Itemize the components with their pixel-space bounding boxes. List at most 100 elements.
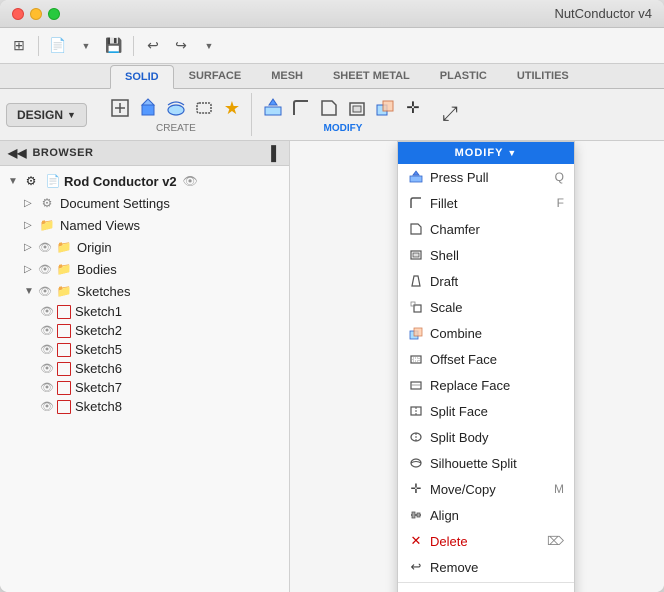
menu-remove[interactable]: ↩ Remove — [398, 554, 574, 580]
folder-icon-sketches: 📁 — [55, 282, 73, 300]
tab-utilities[interactable]: UTILITIES — [502, 64, 584, 88]
delete-menu-icon: ✕ — [408, 533, 424, 549]
expand-arrow-doc: ▷ — [24, 198, 38, 209]
sketch6-icon — [57, 362, 71, 376]
menu-move-copy[interactable]: ✛ Move/Copy M — [398, 476, 574, 502]
draft-menu-icon — [408, 273, 424, 289]
modify-tools: ✛ MODIFY — [260, 95, 426, 134]
redo-icon[interactable]: ↪ — [170, 35, 192, 57]
modify-section: ✛ MODIFY ⤢ — [254, 93, 469, 136]
new-component-icon[interactable] — [107, 95, 133, 121]
chamfer-menu-icon — [408, 221, 424, 237]
replace-face-label: Replace Face — [430, 378, 510, 393]
menu-scale[interactable]: Scale — [398, 294, 574, 320]
expand-arrow-views: ▷ — [24, 220, 38, 231]
modify-label: MODIFY — [323, 123, 362, 134]
fillet-icon[interactable] — [288, 95, 314, 121]
menu-split-body[interactable]: Split Body — [398, 424, 574, 450]
fillet-label: Fillet — [430, 196, 457, 211]
move-copy-shortcut: M — [554, 482, 564, 496]
tab-sheet-metal[interactable]: SHEET METAL — [318, 64, 425, 88]
remove-menu-icon: ↩ — [408, 559, 424, 575]
delete-shortcut: ⌦ — [547, 534, 564, 548]
draft-label: Draft — [430, 274, 458, 289]
menu-align[interactable]: Align — [398, 502, 574, 528]
origin-item[interactable]: ▷ 👁 📁 Origin — [0, 236, 289, 258]
extrude-icon[interactable] — [135, 95, 161, 121]
sketch5-label: Sketch5 — [75, 342, 122, 357]
menu-split-face[interactable]: Split Face — [398, 398, 574, 424]
minimize-button[interactable] — [30, 8, 42, 20]
scale-label: Scale — [430, 300, 463, 315]
combine-icon[interactable] — [372, 95, 398, 121]
design-button[interactable]: DESIGN ▼ — [6, 103, 87, 127]
dropdown-icon[interactable]: ▼ — [75, 35, 97, 57]
named-views-item[interactable]: ▷ 📁 Named Views — [0, 214, 289, 236]
menu-delete[interactable]: ✕ Delete ⌦ — [398, 528, 574, 554]
shell-icon[interactable] — [344, 95, 370, 121]
save-icon[interactable]: 💾 — [103, 35, 125, 57]
grid-icon[interactable]: ⊞ — [8, 35, 30, 57]
close-button[interactable] — [12, 8, 24, 20]
right-panel: MODIFY ▼ Press Pull Q Fillet F — [290, 141, 664, 592]
split-body-menu-icon — [408, 429, 424, 445]
press-pull-menu-icon — [408, 169, 424, 185]
maximize-button[interactable] — [48, 8, 60, 20]
new-file-icon[interactable]: 📄 — [47, 35, 69, 57]
tab-solid[interactable]: SOLID — [110, 65, 174, 89]
press-pull-icon[interactable] — [260, 95, 286, 121]
document-settings-item[interactable]: ▷ ⚙ Document Settings — [0, 192, 289, 214]
menu-silhouette-split[interactable]: Silhouette Split — [398, 450, 574, 476]
sketch7-item[interactable]: 👁 Sketch7 — [0, 378, 289, 397]
menu-combine[interactable]: Combine — [398, 320, 574, 346]
modify-dropdown: MODIFY ▼ Press Pull Q Fillet F — [397, 141, 575, 592]
menu-physical-material[interactable]: Physical Material — [398, 585, 574, 592]
browser-toggle-icon[interactable]: ▌ — [271, 145, 281, 161]
root-item[interactable]: ▼ ⚙ 📄 Rod Conductor v2 👁 — [0, 170, 289, 192]
menu-press-pull[interactable]: Press Pull Q — [398, 164, 574, 190]
separator2 — [133, 36, 134, 56]
tab-plastic[interactable]: PLASTIC — [425, 64, 502, 88]
sketches-item[interactable]: ▼ 👁 📁 Sketches — [0, 280, 289, 302]
eye-icon-sketch5: 👁 — [40, 343, 54, 356]
sketch6-item[interactable]: 👁 Sketch6 — [0, 359, 289, 378]
menu-shell[interactable]: Shell — [398, 242, 574, 268]
sketch2-label: Sketch2 — [75, 323, 122, 338]
revolve-icon[interactable] — [163, 95, 189, 121]
sketch1-item[interactable]: 👁 Sketch1 — [0, 302, 289, 321]
dropdown2-icon[interactable]: ▼ — [198, 35, 220, 57]
press-pull-label: Press Pull — [430, 170, 489, 185]
menu-fillet[interactable]: Fillet F — [398, 190, 574, 216]
menu-draft[interactable]: Draft — [398, 268, 574, 294]
icons-row: DESIGN ▼ — [0, 89, 664, 141]
modify-icons-row: ✛ — [260, 95, 426, 121]
combine-label: Combine — [430, 326, 482, 341]
sketch7-icon — [57, 381, 71, 395]
tab-surface[interactable]: SURFACE — [174, 64, 257, 88]
modify-menu-title: MODIFY — [455, 147, 504, 159]
press-pull-shortcut: Q — [555, 170, 564, 184]
star-icon[interactable]: ★ — [219, 95, 245, 121]
sketch8-item[interactable]: 👁 Sketch8 — [0, 397, 289, 416]
sketch2-item[interactable]: 👁 Sketch2 — [0, 321, 289, 340]
window-title: NutConductor v4 — [60, 6, 652, 21]
undo-icon[interactable]: ↩ — [142, 35, 164, 57]
move-body-icon[interactable]: ⤢ — [437, 102, 463, 128]
bodies-item[interactable]: ▷ 👁 📁 Bodies — [0, 258, 289, 280]
sweep-icon[interactable] — [191, 95, 217, 121]
menu-chamfer[interactable]: Chamfer — [398, 216, 574, 242]
menu-offset-face[interactable]: Offset Face — [398, 346, 574, 372]
chamfer-label: Chamfer — [430, 222, 480, 237]
app-window: NutConductor v4 ⊞ 📄 ▼ 💾 ↩ ↪ ▼ SOLID SURF… — [0, 0, 664, 592]
browser-collapse-icon[interactable]: ◀◀ — [8, 146, 26, 160]
sketch7-label: Sketch7 — [75, 380, 122, 395]
chamfer-icon[interactable] — [316, 95, 342, 121]
shell-menu-icon — [408, 247, 424, 263]
tab-mesh[interactable]: MESH — [256, 64, 318, 88]
move-icon[interactable]: ✛ — [400, 95, 426, 121]
create-section: ★ CREATE — [101, 93, 252, 136]
offset-face-menu-icon — [408, 351, 424, 367]
menu-replace-face[interactable]: Replace Face — [398, 372, 574, 398]
expand-arrow-bodies: ▷ — [24, 264, 38, 275]
sketch5-item[interactable]: 👁 Sketch5 — [0, 340, 289, 359]
